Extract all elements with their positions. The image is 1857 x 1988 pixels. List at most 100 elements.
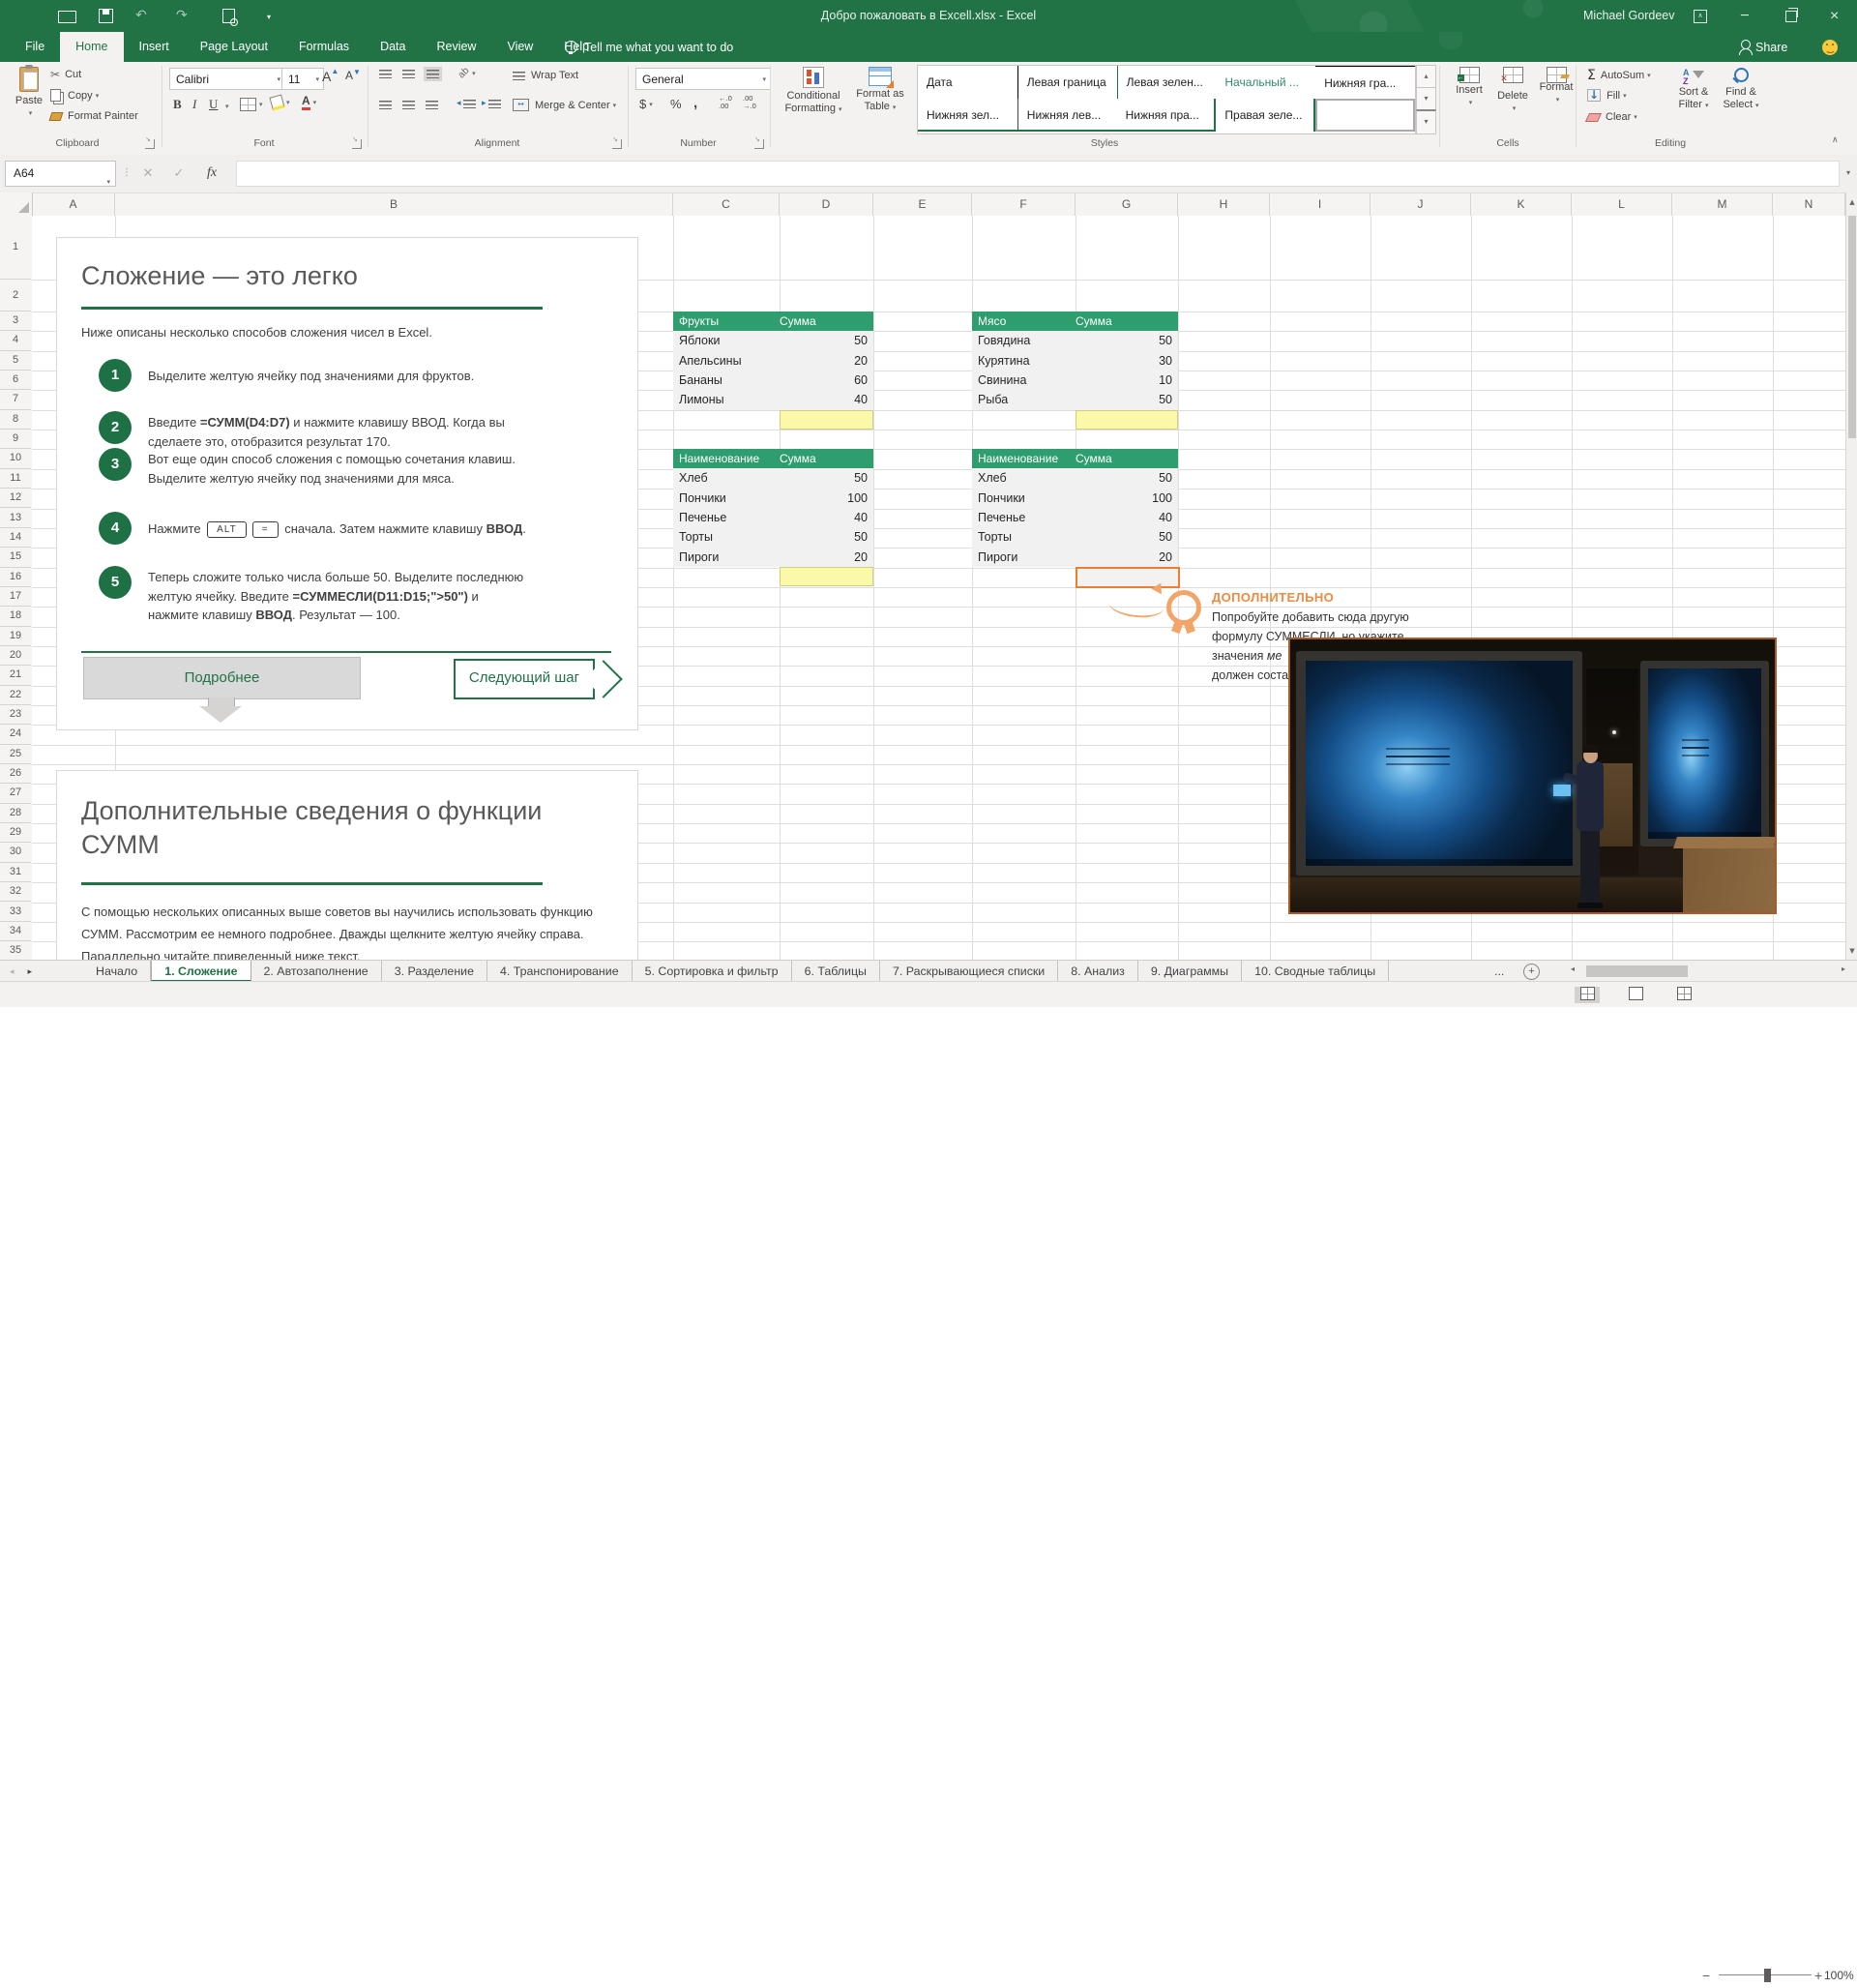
table-row-meat-3[interactable]: Рыба50 xyxy=(972,390,1178,409)
table-row-meat-2[interactable]: Свинина10 xyxy=(972,371,1178,390)
cell-style-item-4[interactable]: Нижняя гра... xyxy=(1315,66,1415,99)
table-row-items1-2[interactable]: Печенье40 xyxy=(673,508,873,527)
merge-center-button[interactable]: ↔Merge & Center▾ xyxy=(513,99,616,111)
column-header-I[interactable]: I xyxy=(1270,193,1371,216)
row-header-5[interactable]: 5 xyxy=(0,351,31,371)
sort-filter-button[interactable]: AZ Sort & Filter▾ xyxy=(1670,67,1717,112)
font-color-button[interactable]: A▾ xyxy=(302,95,316,110)
row-header-16[interactable]: 16 xyxy=(0,568,31,587)
autosum-button[interactable]: ΣAutoSum▾ xyxy=(1587,68,1651,83)
increase-decimal-button[interactable]: ←.0.00 xyxy=(719,95,732,110)
row-header-23[interactable]: 23 xyxy=(0,705,31,725)
cell-style-item-1[interactable]: Левая граница xyxy=(1017,66,1117,99)
fill-color-button[interactable]: ▾ xyxy=(271,96,290,109)
row-header-18[interactable]: 18 xyxy=(0,607,31,626)
font-family-select[interactable]: Calibri▾ xyxy=(169,68,285,90)
wrap-text-button[interactable]: Wrap Text xyxy=(513,70,578,81)
paste-button[interactable]: Paste▾ xyxy=(10,67,48,120)
sheet-tab-8[interactable]: 8. Анализ xyxy=(1058,961,1138,982)
row-header-6[interactable]: 6 xyxy=(0,371,31,390)
row-header-21[interactable]: 21 xyxy=(0,666,31,685)
column-header-C[interactable]: C xyxy=(673,193,780,216)
underline-button[interactable]: U xyxy=(209,97,218,112)
styles-more-button[interactable]: ▾ xyxy=(1416,109,1436,134)
page-break-view-button[interactable] xyxy=(1671,987,1696,1003)
align-left-button[interactable] xyxy=(379,101,392,109)
cell-style-item-9[interactable] xyxy=(1315,99,1415,132)
align-center-button[interactable] xyxy=(402,101,415,109)
column-header-F[interactable]: F xyxy=(972,193,1076,216)
fill-button[interactable]: ↓Fill▾ xyxy=(1587,89,1627,102)
row-header-26[interactable]: 26 xyxy=(0,764,31,784)
sheet-tab-4[interactable]: 4. Транспонирование xyxy=(487,961,633,982)
row-header-19[interactable]: 19 xyxy=(0,627,31,646)
font-size-select[interactable]: 11▾ xyxy=(281,68,324,90)
row-header-15[interactable]: 15 xyxy=(0,548,31,567)
tab-insert[interactable]: Insert xyxy=(124,32,185,62)
formula-input[interactable] xyxy=(236,161,1840,187)
italic-button[interactable]: I xyxy=(192,97,196,112)
row-header-29[interactable]: 29 xyxy=(0,823,31,843)
percent-button[interactable]: % xyxy=(670,97,682,111)
hscroll-right-icon[interactable]: ▸ xyxy=(1842,964,1845,973)
column-header-E[interactable]: E xyxy=(873,193,972,216)
row-header-9[interactable]: 9 xyxy=(0,430,31,449)
feedback-smiley-icon[interactable] xyxy=(1822,40,1838,55)
sheet-nav-left-icon[interactable]: ◂ xyxy=(10,967,28,977)
tab-file[interactable]: File xyxy=(10,32,60,62)
row-header-33[interactable]: 33 xyxy=(0,903,31,922)
close-button[interactable]: × xyxy=(1830,0,1839,32)
format-painter-button[interactable]: Format Painter xyxy=(50,110,138,122)
table-row-items2-2[interactable]: Печенье40 xyxy=(972,508,1178,527)
ribbon-display-options-icon[interactable]: ∧ xyxy=(1694,10,1707,23)
cell-style-item-6[interactable]: Нижняя лев... xyxy=(1017,99,1117,132)
share-button[interactable]: Share xyxy=(1741,32,1787,62)
tell-me-box[interactable]: Tell me what you want to do xyxy=(565,32,733,62)
table-row-fruits-3[interactable]: Лимоны40 xyxy=(673,390,873,409)
bold-button[interactable]: B xyxy=(173,97,182,112)
row-header-7[interactable]: 7 xyxy=(0,390,31,409)
insert-cells-button[interactable]: ← Insert▾ xyxy=(1449,67,1489,109)
sheet-tab-1[interactable]: 1. Сложение xyxy=(151,961,251,982)
row-header-32[interactable]: 32 xyxy=(0,882,31,902)
sheet-tab-5[interactable]: 5. Сортировка и фильтр xyxy=(633,961,792,982)
column-header-G[interactable]: G xyxy=(1076,193,1178,216)
cell-style-item-0[interactable]: Дата xyxy=(918,66,1017,99)
table-row-meat-0[interactable]: Говядина50 xyxy=(972,331,1178,350)
column-header-A[interactable]: A xyxy=(32,193,115,216)
table-row-items1-4[interactable]: Пироги20 xyxy=(673,548,873,567)
clear-button[interactable]: Clear▾ xyxy=(1587,111,1637,123)
sheet-tab-0[interactable]: Начало xyxy=(83,961,151,982)
horizontal-scroll-thumb[interactable] xyxy=(1586,965,1688,977)
sheet-tabs-overflow[interactable]: ... xyxy=(1494,961,1504,982)
sum-cell-meat[interactable] xyxy=(1076,410,1178,430)
restore-button[interactable] xyxy=(1785,11,1797,22)
expand-formula-bar-icon[interactable]: ▾ xyxy=(1836,161,1857,185)
table-row-items2-4[interactable]: Пироги20 xyxy=(972,548,1178,567)
cell-style-item-5[interactable]: Нижняя зел... xyxy=(918,99,1017,132)
comma-button[interactable]: , xyxy=(693,95,697,111)
number-dialog-launcher[interactable] xyxy=(754,139,764,149)
table-row-fruits-2[interactable]: Бананы60 xyxy=(673,371,873,390)
alignment-dialog-launcher[interactable] xyxy=(612,139,622,149)
row-header-10[interactable]: 10 xyxy=(0,449,31,468)
column-header-H[interactable]: H xyxy=(1178,193,1270,216)
tab-home[interactable]: Home xyxy=(60,32,123,62)
row-header-17[interactable]: 17 xyxy=(0,587,31,607)
column-header-M[interactable]: M xyxy=(1672,193,1773,216)
minimize-button[interactable]: ─ xyxy=(1741,0,1749,32)
row-header-14[interactable]: 14 xyxy=(0,528,31,548)
vertical-scrollbar[interactable]: ▲ ▼ xyxy=(1845,193,1857,960)
row-header-34[interactable]: 34 xyxy=(0,922,31,941)
table-row-items1-1[interactable]: Пончики100 xyxy=(673,489,873,508)
column-header-N[interactable]: N xyxy=(1773,193,1845,216)
align-middle-button[interactable] xyxy=(402,70,415,78)
row-header-1[interactable]: 1 xyxy=(0,216,31,280)
table-row-items1-0[interactable]: Хлеб50 xyxy=(673,468,873,488)
table-row-items1-3[interactable]: Торты50 xyxy=(673,527,873,547)
row-header-24[interactable]: 24 xyxy=(0,725,31,744)
borders-button[interactable]: ▾ xyxy=(240,98,263,111)
increase-indent-button[interactable]: ▸ xyxy=(482,99,501,108)
number-format-select[interactable]: General▾ xyxy=(635,68,771,90)
tutorial-video[interactable] xyxy=(1288,638,1777,914)
